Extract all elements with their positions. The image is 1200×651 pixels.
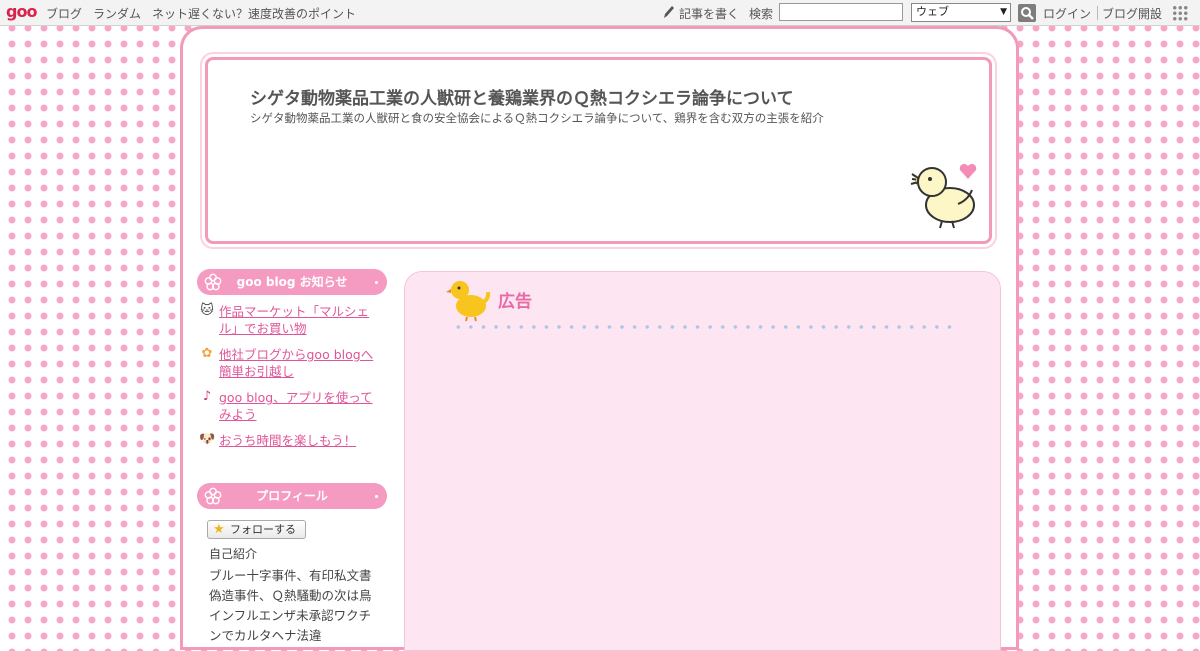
self-intro-label: 自己紹介 bbox=[209, 547, 258, 561]
goo-topbar: goo ブログ ランダム ネット遅くない？速度改善のポイント 記事を書く 検索 … bbox=[0, 0, 1200, 26]
heart-icon bbox=[959, 163, 977, 179]
news-item: 🐶 おうち時間を楽しもう！ bbox=[199, 432, 379, 449]
blog-title[interactable]: シゲタ動物薬品工業の人獣研と養鶏業界のＱ熱コクシエラ論争について bbox=[250, 84, 794, 109]
news-item: 🐱 作品マーケット「マルシェル」でお買い物 bbox=[199, 303, 379, 337]
ad-heading: 広告 bbox=[498, 292, 532, 312]
write-post-link[interactable]: 記事を書く bbox=[679, 5, 739, 22]
search-input[interactable] bbox=[779, 3, 903, 21]
flower-icon: ✿ bbox=[201, 346, 213, 361]
nav-blog-link[interactable]: ブログ bbox=[46, 5, 82, 22]
news-heading: goo blog お知らせ bbox=[197, 269, 387, 295]
nav-speed-link[interactable]: ネット遅くない？速度改善のポイント bbox=[152, 5, 356, 22]
search-scope-value: ウェブ bbox=[916, 5, 949, 18]
open-blog-link[interactable]: ブログ開設 bbox=[1102, 5, 1162, 22]
search-scope-select[interactable]: ウェブ ▼ bbox=[911, 3, 1011, 22]
follow-button-label: フォローする bbox=[230, 523, 296, 536]
goo-logo[interactable]: goo bbox=[6, 2, 37, 21]
star-icon: ★ bbox=[213, 522, 225, 537]
news-item: ✿ 他社ブログからgoo blogへ簡単お引越し bbox=[199, 346, 379, 380]
nav-random-link[interactable]: ランダム bbox=[93, 5, 141, 22]
profile-heading: プロフィール bbox=[197, 483, 387, 509]
cat-face-icon: 🐱 bbox=[200, 303, 214, 318]
search-label: 検索 bbox=[749, 7, 774, 21]
search-icon[interactable] bbox=[1018, 4, 1036, 22]
profile-text: ブルー十字事件、有印私文書偽造事件、Ｑ熱騒動の次は鳥インフルエンザ未承認ワクチン… bbox=[209, 568, 372, 643]
flower-icon bbox=[204, 273, 222, 291]
profile-heading-label: プロフィール bbox=[256, 489, 328, 503]
bullet-dot-icon bbox=[375, 281, 378, 284]
yellow-chick-icon bbox=[446, 281, 491, 322]
flower-icon bbox=[204, 487, 222, 505]
news-heading-label: goo blog お知らせ bbox=[236, 275, 348, 289]
news-item-link[interactable]: 作品マーケット「マルシェル」でお買い物 bbox=[219, 303, 379, 337]
dog-face-icon: 🐶 bbox=[199, 432, 216, 447]
news-item: ♪ goo blog、アプリを使ってみよう bbox=[199, 389, 379, 423]
divider bbox=[1097, 6, 1098, 20]
news-item-link[interactable]: おうち時間を楽しもう！ bbox=[219, 432, 379, 449]
blog-description: シゲタ動物薬品工業の人獣研と食の安全協会によるＱ熱コクシエラ論争について、鶏界を… bbox=[250, 111, 824, 125]
music-note-icon: ♪ bbox=[202, 389, 212, 404]
dotted-divider bbox=[452, 324, 957, 330]
news-item-link[interactable]: goo blog、アプリを使ってみよう bbox=[219, 389, 379, 423]
bullet-dot-icon bbox=[375, 495, 378, 498]
apps-grid-icon[interactable] bbox=[1172, 5, 1188, 21]
news-item-link[interactable]: 他社ブログからgoo blogへ簡単お引越し bbox=[219, 346, 379, 380]
pen-icon bbox=[664, 6, 674, 18]
chevron-down-icon: ▼ bbox=[1000, 7, 1007, 17]
login-link[interactable]: ログイン bbox=[1043, 5, 1091, 22]
follow-button[interactable]: ★ フォローする bbox=[207, 520, 306, 539]
